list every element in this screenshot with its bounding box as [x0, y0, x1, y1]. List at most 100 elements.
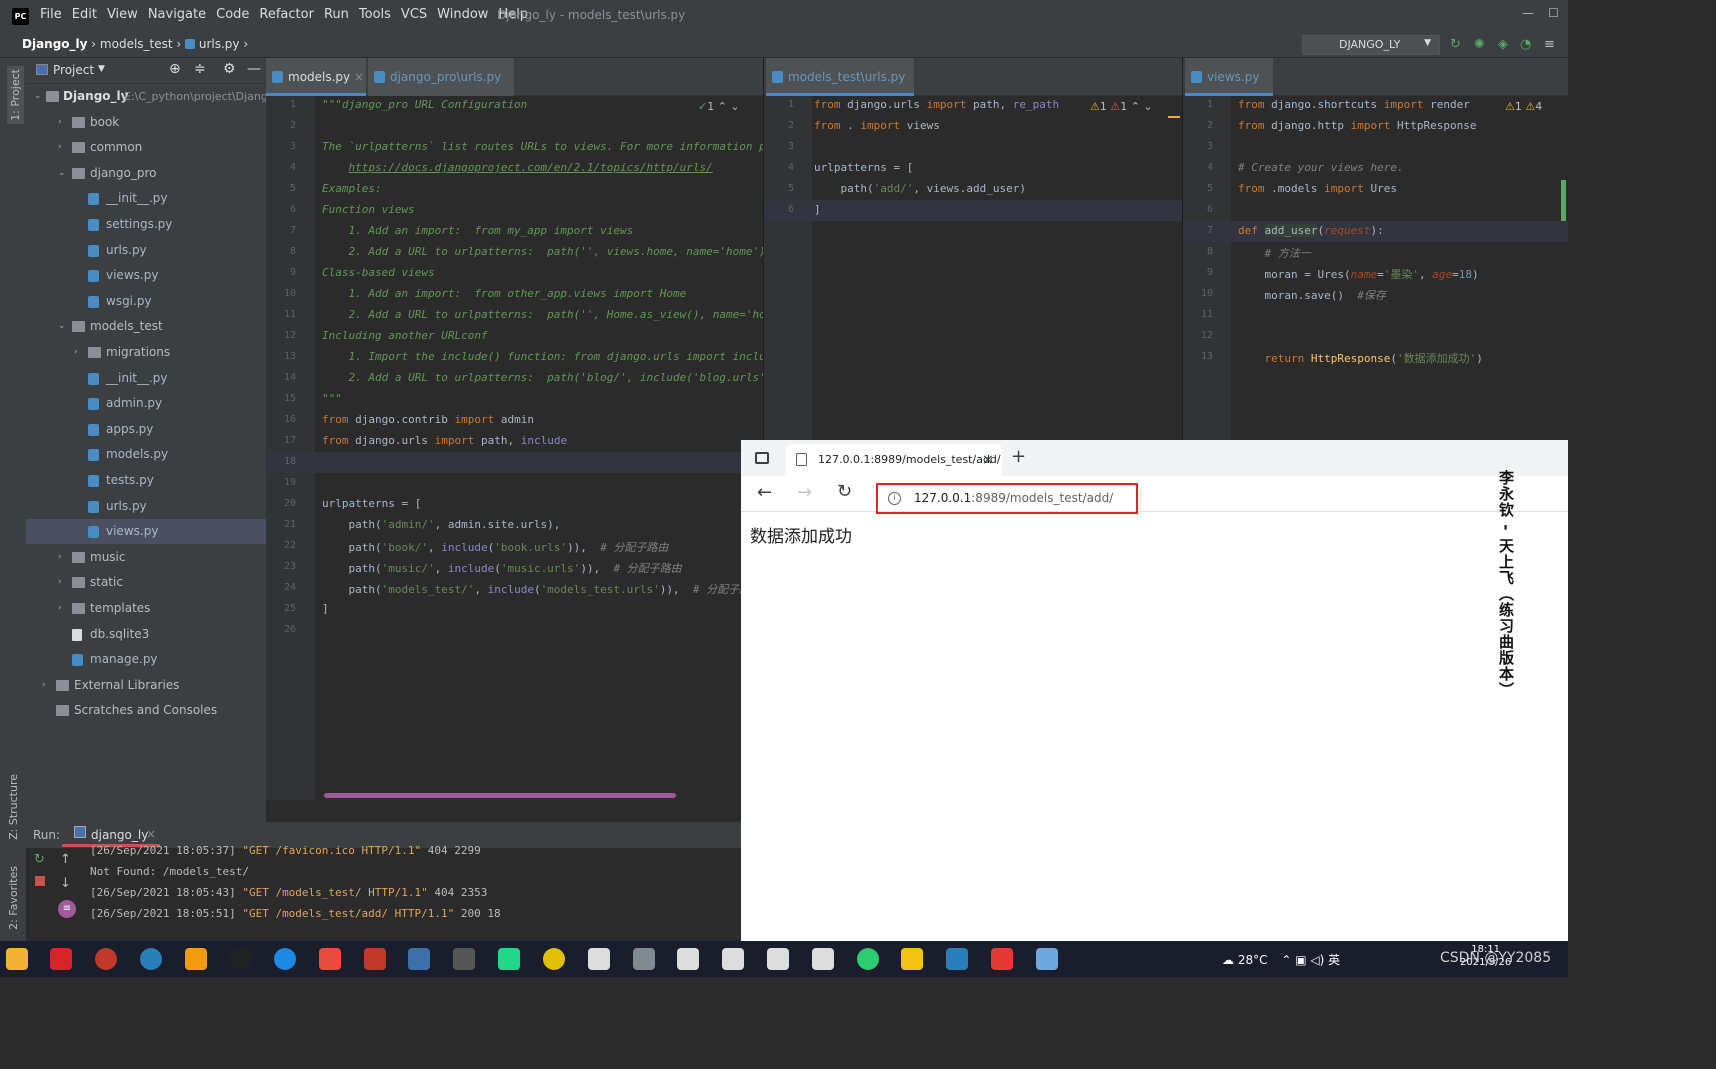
forward-icon[interactable]: → — [797, 482, 812, 503]
structure-tool-button[interactable]: Z: Structure — [7, 774, 20, 840]
tree-item[interactable]: manage.py — [26, 647, 266, 672]
tab-models-py[interactable]: models.py × — [266, 58, 366, 96]
build-icon[interactable]: ≡ — [1544, 37, 1555, 52]
tree-item[interactable]: › static — [26, 570, 266, 595]
debug-icon[interactable]: ✺ — [1474, 37, 1485, 52]
tree-item[interactable]: views.py — [26, 263, 266, 288]
tree-item[interactable]: Scratches and Consoles — [26, 698, 266, 723]
kugou-icon[interactable] — [274, 948, 296, 970]
menu-file[interactable]: File — [38, 7, 70, 22]
tree-item[interactable]: › templates — [26, 596, 266, 621]
chevron-right-icon[interactable]: › — [42, 673, 46, 698]
back-icon[interactable]: ← — [757, 482, 772, 503]
address-bar[interactable]: i 127.0.0.1:8989/models_test/add/ — [876, 483, 1138, 514]
gear-icon[interactable]: ⚙ — [223, 61, 236, 77]
tool-icon[interactable] — [588, 948, 610, 970]
chevron-down-icon[interactable]: ⌄ — [58, 314, 66, 339]
menu-run[interactable]: Run — [322, 7, 357, 22]
pycharm-icon[interactable] — [498, 948, 520, 970]
menu-refactor[interactable]: Refactor — [257, 7, 322, 22]
breadcrumb-file[interactable]: urls.py — [199, 37, 240, 51]
app-blue-icon[interactable] — [946, 948, 968, 970]
chevron-down-icon[interactable]: ▼ — [98, 64, 105, 74]
tree-item[interactable]: db.sqlite3 — [26, 622, 266, 647]
ime-indicator[interactable]: 英 — [1328, 953, 1340, 967]
chevron-right-icon[interactable]: › — [58, 135, 62, 160]
close-icon[interactable]: × — [982, 444, 994, 476]
horizontal-scrollbar[interactable] — [324, 793, 676, 798]
tab-views-py[interactable]: views.py × — [1185, 58, 1273, 122]
rerun-icon[interactable]: ↻ — [1450, 37, 1461, 52]
project-tool-button[interactable]: 1: Project — [7, 66, 24, 124]
collapse-all-icon[interactable]: ≑ — [194, 61, 206, 77]
tree-item[interactable]: admin.py — [26, 391, 266, 416]
coverage-icon[interactable]: ◈ — [1498, 37, 1508, 52]
qq-icon[interactable] — [230, 948, 252, 970]
virtualbox-icon[interactable] — [408, 948, 430, 970]
calculator-icon[interactable] — [633, 948, 655, 970]
tab-actions-icon[interactable] — [755, 452, 769, 464]
media-icon[interactable] — [319, 948, 341, 970]
tree-item[interactable]: urls.py — [26, 238, 266, 263]
favorites-tool-button[interactable]: 2: Favorites — [7, 866, 20, 930]
tree-item[interactable]: apps.py — [26, 417, 266, 442]
tree-item[interactable]: ⌄ django_pro — [26, 161, 266, 186]
app-red-icon[interactable] — [364, 948, 386, 970]
network-icon[interactable]: ▣ — [1295, 953, 1306, 967]
volume-icon[interactable]: ◁) — [1310, 953, 1324, 967]
run-console-output[interactable]: [26/Sep/2021 18:05:37] "GET /favicon.ico… — [26, 840, 741, 940]
file-explorer-icon[interactable] — [6, 948, 28, 970]
tree-item[interactable]: tests.py — [26, 468, 266, 493]
close-icon[interactable]: × — [146, 827, 156, 841]
tool-icon[interactable] — [722, 948, 744, 970]
wps-icon[interactable] — [991, 948, 1013, 970]
reload-icon[interactable]: ↻ — [837, 481, 852, 502]
ie-icon[interactable] — [543, 948, 565, 970]
tree-item[interactable]: › music — [26, 545, 266, 570]
youdao-icon[interactable] — [50, 948, 72, 970]
tree-item[interactable]: models.py — [26, 442, 266, 467]
hide-icon[interactable]: — — [247, 61, 261, 77]
project-panel-title[interactable]: Project — [53, 63, 94, 77]
tree-item[interactable]: views.py — [26, 519, 266, 545]
menu-vcs[interactable]: VCS — [399, 7, 435, 22]
wechat-icon[interactable] — [857, 948, 879, 970]
breadcrumb-project[interactable]: Django_ly — [22, 37, 87, 51]
menu-code[interactable]: Code — [214, 7, 257, 22]
tab-models-test-urls[interactable]: models_test\urls.py × — [766, 58, 914, 122]
tool-icon[interactable] — [677, 948, 699, 970]
menu-edit[interactable]: Edit — [70, 7, 105, 22]
chevron-right-icon[interactable]: › — [74, 340, 78, 365]
info-icon[interactable]: i — [888, 492, 901, 505]
tool-icon[interactable] — [812, 948, 834, 970]
chevron-right-icon[interactable]: › — [58, 110, 62, 135]
locate-icon[interactable]: ⊕ — [169, 61, 181, 77]
tree-root[interactable]: ⌄ Django_ly E:\C_python\project\Djang — [26, 84, 268, 109]
tree-item[interactable]: __init__.py — [26, 366, 266, 391]
close-icon[interactable]: × — [354, 70, 364, 84]
menu-navigate[interactable]: Navigate — [146, 7, 214, 22]
chevron-right-icon[interactable]: › — [58, 570, 62, 595]
browser-app-icon[interactable] — [95, 948, 117, 970]
profile-icon[interactable]: ◔ — [1520, 37, 1531, 52]
maximize-icon[interactable]: ☐ — [1548, 6, 1559, 20]
tool-icon[interactable] — [767, 948, 789, 970]
tree-item[interactable]: › common — [26, 135, 266, 160]
weather-temp[interactable]: 28°C — [1238, 953, 1268, 967]
run-config-select[interactable]: DJANGO_LY ▼ — [1302, 35, 1440, 55]
tree-item[interactable]: urls.py — [26, 494, 266, 519]
inspection-widget[interactable]: ⚠1 ⚠4 — [1505, 100, 1542, 113]
app-g-icon[interactable] — [185, 948, 207, 970]
tree-item[interactable]: ⌄ models_test — [26, 314, 266, 339]
new-tab-icon[interactable]: + — [1011, 446, 1026, 467]
inspection-widget[interactable]: ⚠1 ⚠1 ⌃ ⌄ — [1090, 100, 1153, 113]
tab-django-pro-urls[interactable]: django_pro\urls.py × — [368, 58, 514, 122]
inspection-widget[interactable]: ✓1 ⌃ ⌄ — [698, 100, 740, 113]
screenshot-icon[interactable] — [453, 948, 475, 970]
browser-tab[interactable]: 127.0.0.1:8989/models_test/add/ × — [786, 444, 1002, 476]
editor-pane-django-pro-urls[interactable]: ✓1 ⌃ ⌄ 1 """django_pro URL Configuration 2… — [266, 96, 763, 800]
notepad-icon[interactable] — [1036, 948, 1058, 970]
chevron-right-icon[interactable]: › — [58, 596, 62, 621]
menu-window[interactable]: Window — [435, 7, 496, 22]
tree-item[interactable]: settings.py — [26, 212, 266, 237]
